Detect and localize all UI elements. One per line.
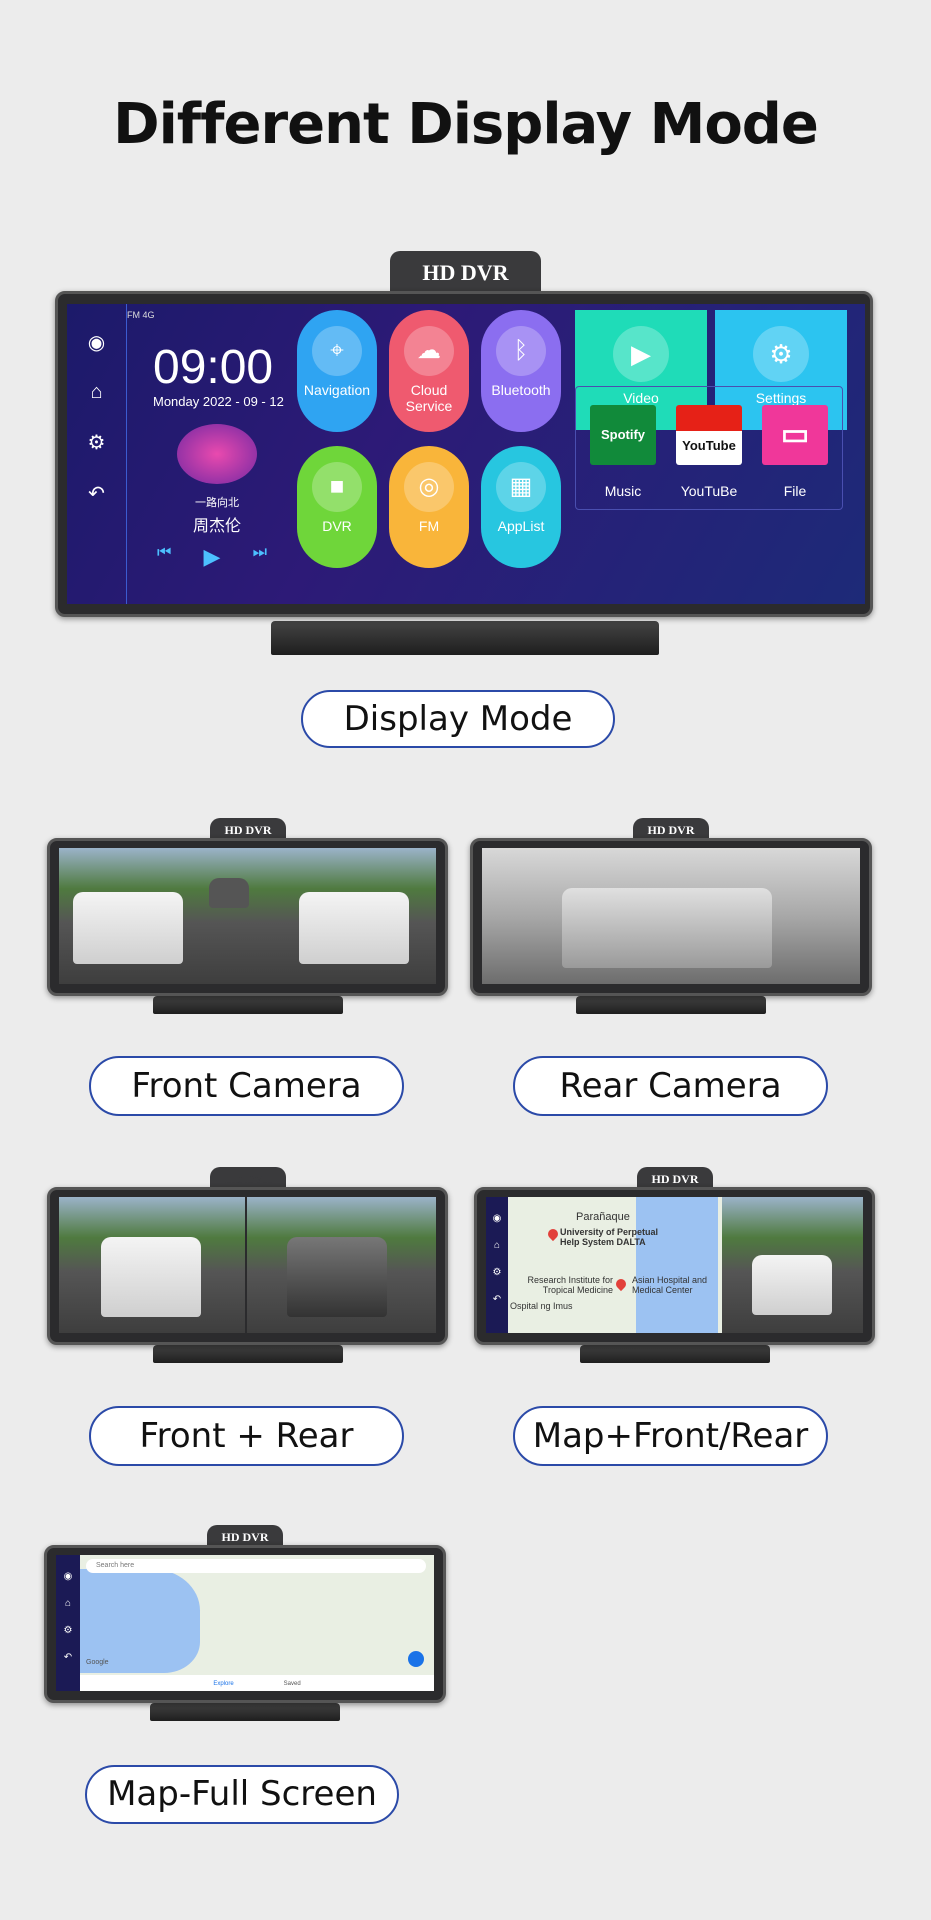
spotify-icon: Spotify bbox=[590, 405, 656, 465]
mode-label-map-full: Map-Full Screen bbox=[85, 1765, 399, 1824]
main-device: HD DVR ◉ ⌂ ⚙ ↶ FM 4G 09:00 Monday 2022 -… bbox=[55, 251, 873, 655]
cloud-upload-icon: ☁ bbox=[404, 326, 454, 376]
song-title: 一路向北 bbox=[195, 497, 239, 509]
home-icon[interactable]: ⌂ bbox=[486, 1240, 508, 1251]
bluetooth-icon: ᛒ bbox=[496, 326, 546, 376]
mode-label-front: Front Camera bbox=[89, 1056, 404, 1116]
front-camera-view bbox=[59, 848, 436, 984]
media-panel: Spotify Music YouTube YouTuBe ▭ File bbox=[575, 386, 843, 510]
home-icon[interactable]: ⌂ bbox=[67, 381, 126, 404]
back-icon[interactable]: ↶ bbox=[486, 1294, 508, 1305]
folder-icon: ▭ bbox=[762, 405, 828, 465]
hd-dvr-badge: HD DVR bbox=[390, 251, 541, 295]
app-cloud-service[interactable]: ☁ Cloud Service bbox=[389, 310, 469, 432]
main-screen: ◉ ⌂ ⚙ ↶ FM 4G 09:00 Monday 2022 - 09 - 1… bbox=[67, 304, 865, 604]
device-rear-camera: HD DVR bbox=[470, 818, 872, 1014]
mode-label-map-front-rear: Map+Front/Rear bbox=[513, 1406, 828, 1466]
artist: 周杰伦 bbox=[192, 518, 241, 535]
gear-icon[interactable]: ⚙ bbox=[486, 1267, 508, 1278]
clock: 09:00 bbox=[153, 341, 274, 394]
map-search-input[interactable]: Search here bbox=[86, 1559, 426, 1573]
grid-icon: ▦ bbox=[496, 462, 546, 512]
device-front-camera: HD DVR bbox=[47, 818, 448, 1014]
device-map-full: HD DVR ◉ ⌂ ⚙ ↶ Search here Google Explore S… bbox=[44, 1525, 446, 1721]
mode-label-front-rear: Front + Rear bbox=[89, 1406, 404, 1466]
rear-view-half bbox=[247, 1197, 436, 1333]
video-camera-icon: ■ bbox=[312, 462, 362, 512]
status-bar: FM 4G bbox=[127, 310, 155, 320]
play-icon[interactable]: ▶ bbox=[204, 544, 221, 570]
page-title: Different Display Mode bbox=[113, 92, 819, 157]
rear-camera-view bbox=[482, 848, 860, 984]
camera-icon[interactable]: ◉ bbox=[56, 1571, 80, 1582]
gears-icon: ⚙ bbox=[753, 326, 809, 382]
map-split-view: ◉ ⌂ ⚙ ↶ Parañaque University of Perpetual H… bbox=[486, 1197, 863, 1333]
sidebar: ◉ ⌂ ⚙ ↶ bbox=[67, 304, 127, 604]
previous-icon[interactable]: ⏮ bbox=[157, 544, 171, 570]
app-navigation[interactable]: ⌖ Navigation bbox=[297, 310, 377, 432]
headphones-icon bbox=[177, 424, 257, 484]
home-icon[interactable]: ⌂ bbox=[56, 1598, 80, 1609]
youtube-icon: YouTube bbox=[676, 405, 742, 465]
gear-icon[interactable]: ⚙ bbox=[56, 1625, 80, 1636]
app-bluetooth[interactable]: ᛒ Bluetooth bbox=[481, 310, 561, 432]
gear-icon[interactable]: ⚙ bbox=[67, 430, 126, 455]
device-map-front-rear: HD DVR ◉ ⌂ ⚙ ↶ Parañaque University of Perp… bbox=[474, 1167, 875, 1363]
app-music[interactable]: Spotify Music bbox=[590, 405, 656, 499]
app-dvr[interactable]: ■ DVR bbox=[297, 446, 377, 568]
tab-saved[interactable]: Saved bbox=[284, 1681, 301, 1691]
device-front-rear: HD DVR bbox=[47, 1167, 448, 1363]
location-pin-icon: ⌖ bbox=[312, 326, 362, 376]
app-applist[interactable]: ▦ AppList bbox=[481, 446, 561, 568]
mode-label-rear: Rear Camera bbox=[513, 1056, 828, 1116]
back-icon[interactable]: ↶ bbox=[67, 481, 126, 506]
clapperboard-icon: ▶ bbox=[613, 326, 669, 382]
back-icon[interactable]: ↶ bbox=[56, 1652, 80, 1663]
app-file[interactable]: ▭ File bbox=[762, 405, 828, 499]
tab-explore[interactable]: Explore bbox=[213, 1681, 233, 1691]
app-fm[interactable]: ◎ FM bbox=[389, 446, 469, 568]
date: Monday 2022 - 09 - 12 bbox=[153, 394, 284, 409]
locate-button[interactable] bbox=[408, 1651, 424, 1667]
google-logo: Google bbox=[86, 1659, 109, 1666]
radio-tower-icon: ◎ bbox=[404, 462, 454, 512]
front-view-half bbox=[59, 1197, 245, 1333]
app-youtube[interactable]: YouTube YouTuBe bbox=[676, 405, 742, 499]
next-icon[interactable]: ⏭ bbox=[253, 544, 267, 570]
mode-label-display: Display Mode bbox=[301, 690, 615, 748]
camera-icon[interactable]: ◉ bbox=[67, 330, 126, 355]
camera-icon[interactable]: ◉ bbox=[486, 1213, 508, 1224]
map-full-view: ◉ ⌂ ⚙ ↶ Search here Google Explore Saved bbox=[56, 1555, 434, 1691]
